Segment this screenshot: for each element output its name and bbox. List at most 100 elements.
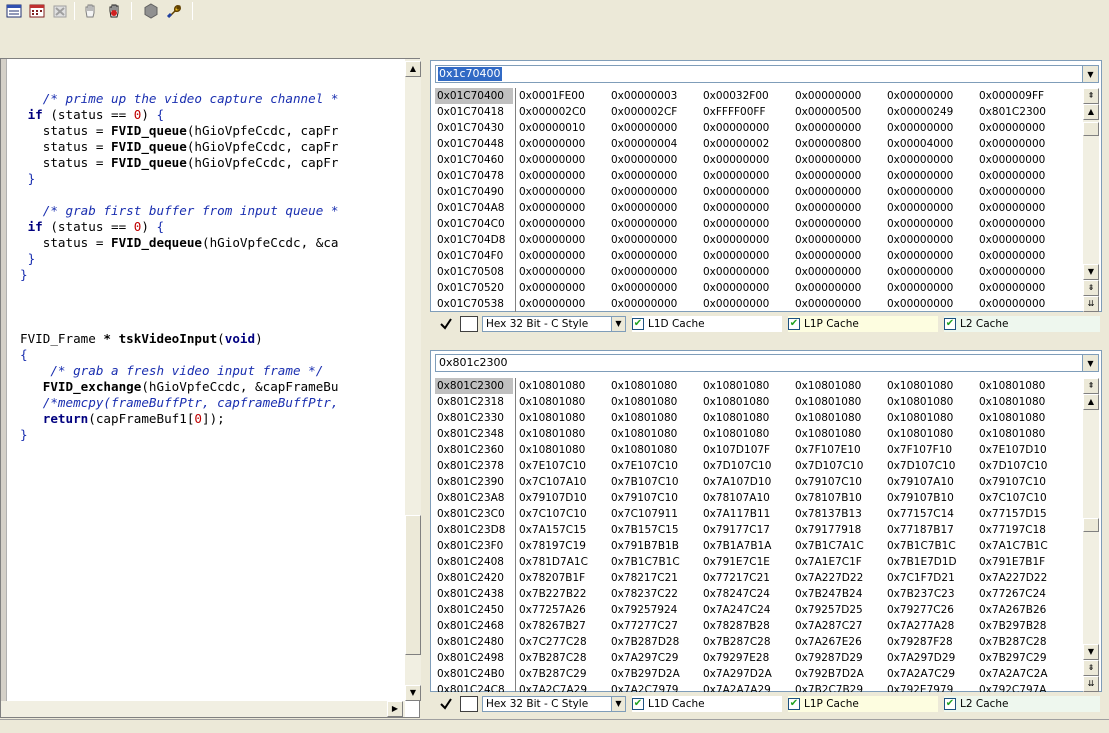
memory-address[interactable]: 0x01C704C0 bbox=[435, 216, 513, 232]
memory-value[interactable]: 0x7B107C10 bbox=[611, 474, 701, 490]
memory-address[interactable]: 0x801C2378 bbox=[435, 458, 513, 474]
check-icon[interactable] bbox=[438, 696, 454, 712]
memory-value[interactable]: 0x10801080 bbox=[519, 442, 609, 458]
memory-row[interactable]: 0x01C70460 0x00000000 0x00000000 0x00000000… bbox=[435, 152, 1075, 168]
scroll-top-icon[interactable]: ⇞ bbox=[1083, 378, 1099, 394]
memory-row[interactable]: 0x01C704F0 0x00000000 0x00000000 0x00000000… bbox=[435, 248, 1075, 264]
memory-value[interactable]: 0x10801080 bbox=[887, 378, 977, 394]
memory-value[interactable]: 0x7A107D10 bbox=[703, 474, 793, 490]
memory-row[interactable]: 0x801C2408 0x781D7A1C 0x7B1C7B1C 0x791E7C1E… bbox=[435, 554, 1075, 570]
memory-value[interactable]: 0x7B1E7D1D bbox=[887, 554, 977, 570]
memory-address[interactable]: 0x01C70430 bbox=[435, 120, 513, 136]
memory-value[interactable]: 0x10801080 bbox=[979, 426, 1069, 442]
memory-row[interactable]: 0x801C24C8 0x7A2C7A29 0x7A2C7979 0x7A2A7A29… bbox=[435, 682, 1075, 692]
memory-row[interactable]: 0x801C2480 0x7C277C28 0x7B287D28 0x7B287C28… bbox=[435, 634, 1075, 650]
scroll-thumb[interactable] bbox=[1083, 122, 1099, 136]
memory-value[interactable]: 0x7A2C7A29 bbox=[519, 682, 609, 692]
memory-value[interactable]: 0x7B227B22 bbox=[519, 586, 609, 602]
memory-row[interactable]: 0x801C2468 0x78267B27 0x77277C27 0x78287B28… bbox=[435, 618, 1075, 634]
memory-value[interactable]: 0x00000000 bbox=[519, 136, 609, 152]
memory-value[interactable]: 0x7B2C7B29 bbox=[795, 682, 885, 692]
memory-value[interactable]: 0x0001FE00 bbox=[519, 88, 609, 104]
scroll-up-icon[interactable]: ▲ bbox=[405, 61, 421, 77]
memory-value[interactable]: 0x78107B10 bbox=[795, 490, 885, 506]
memory-address[interactable]: 0x01C70520 bbox=[435, 280, 513, 296]
memory-value[interactable]: 0x7B287C28 bbox=[519, 650, 609, 666]
editor-horizontal-scrollbar[interactable]: ▶ bbox=[1, 701, 405, 717]
memory-address[interactable]: 0x801C2450 bbox=[435, 602, 513, 618]
memory-value[interactable]: 0x00000000 bbox=[611, 264, 701, 280]
memory-value[interactable]: 0x7A277A28 bbox=[887, 618, 977, 634]
memory-value[interactable]: 0x7A117B11 bbox=[703, 506, 793, 522]
memory-value[interactable]: 0x10801080 bbox=[611, 394, 701, 410]
page-up-icon[interactable]: ▲ bbox=[1083, 104, 1099, 120]
hexagon-icon[interactable] bbox=[141, 1, 161, 21]
memory-value[interactable]: 0x00000000 bbox=[795, 152, 885, 168]
memory-address[interactable]: 0x801C2318 bbox=[435, 394, 513, 410]
memory-value[interactable]: 0x00000000 bbox=[519, 168, 609, 184]
memory-value[interactable]: 0x10801080 bbox=[979, 378, 1069, 394]
memory-value[interactable]: 0x79107D10 bbox=[519, 490, 609, 506]
memory-row[interactable]: 0x801C2420 0x78207B1F 0x78217C21 0x77217C21… bbox=[435, 570, 1075, 586]
memory-row[interactable]: 0x01C70478 0x00000000 0x00000000 0x00000000… bbox=[435, 168, 1075, 184]
page-down-icon[interactable]: ⇟ bbox=[1083, 660, 1099, 676]
memory-row[interactable]: 0x01C704C0 0x00000000 0x00000000 0x00000000… bbox=[435, 216, 1075, 232]
memory-value[interactable]: 0x00000000 bbox=[611, 200, 701, 216]
memory-row[interactable]: 0x801C23D8 0x7A157C15 0x7B157C15 0x79177C17… bbox=[435, 522, 1075, 538]
memory-row[interactable]: 0x801C2360 0x10801080 0x10801080 0x107D107F… bbox=[435, 442, 1075, 458]
memory-value[interactable]: 0x00000000 bbox=[887, 296, 977, 312]
memory-value[interactable]: 0x00000000 bbox=[795, 280, 885, 296]
memory-value[interactable]: 0x10801080 bbox=[519, 394, 609, 410]
memory-value[interactable]: 0x000002C0 bbox=[519, 104, 609, 120]
memory-value[interactable]: 0x791E7C1E bbox=[703, 554, 793, 570]
memory-address[interactable]: 0x01C70538 bbox=[435, 296, 513, 312]
memory-value[interactable]: 0x00000000 bbox=[611, 168, 701, 184]
memory-value[interactable]: 0x10801080 bbox=[519, 426, 609, 442]
memory-address[interactable]: 0x01C70448 bbox=[435, 136, 513, 152]
memory-row[interactable]: 0x01C70520 0x00000000 0x00000000 0x00000000… bbox=[435, 280, 1075, 296]
memory-row[interactable]: 0x01C70508 0x00000000 0x00000000 0x00000000… bbox=[435, 264, 1075, 280]
scroll-down-icon[interactable]: ▼ bbox=[1083, 644, 1099, 660]
memory-value[interactable]: 0x00000000 bbox=[611, 216, 701, 232]
memory-value[interactable]: 0x00000000 bbox=[887, 152, 977, 168]
memory-row[interactable]: 0x801C2450 0x77257A26 0x79257924 0x7A247C24… bbox=[435, 602, 1075, 618]
memory-value[interactable]: 0x00000000 bbox=[979, 232, 1069, 248]
memory-value[interactable]: 0x7F107E10 bbox=[795, 442, 885, 458]
memory-value[interactable]: 0x10801080 bbox=[703, 378, 793, 394]
memory-address[interactable]: 0x01C704A8 bbox=[435, 200, 513, 216]
memory-value[interactable]: 0x10801080 bbox=[795, 410, 885, 426]
memory-value[interactable]: 0x7A297C29 bbox=[611, 650, 701, 666]
memory-value[interactable]: 0x77187B17 bbox=[887, 522, 977, 538]
memory-row[interactable]: 0x801C2390 0x7C107A10 0x7B107C10 0x7A107D10… bbox=[435, 474, 1075, 490]
memory-value[interactable]: 0x00000000 bbox=[887, 248, 977, 264]
memory-value[interactable]: 0x00000000 bbox=[519, 232, 609, 248]
memory-row[interactable]: 0x01C70418 0x000002C0 0x000002CF 0xFFFF00FF… bbox=[435, 104, 1075, 120]
memory-row[interactable]: 0x01C70430 0x00000010 0x00000000 0x00000000… bbox=[435, 120, 1075, 136]
memory-row[interactable]: 0x01C70538 0x00000000 0x00000000 0x00000000… bbox=[435, 296, 1075, 312]
memory-grid[interactable]: 0x01C70400 0x0001FE00 0x00000003 0x00032F00… bbox=[435, 88, 1079, 312]
memory-row[interactable]: 0x801C2300 0x10801080 0x10801080 0x10801080… bbox=[435, 378, 1075, 394]
page-down-icon[interactable]: ⇟ bbox=[1083, 280, 1099, 296]
memory-value[interactable]: 0x792B7D2A bbox=[795, 666, 885, 682]
format-select[interactable]: Hex 32 Bit - C Style ▼ bbox=[482, 696, 626, 712]
memory-address[interactable]: 0x801C2300 bbox=[435, 378, 513, 394]
memory-value[interactable]: 0x10801080 bbox=[795, 378, 885, 394]
memory-value[interactable]: 0x77277C27 bbox=[611, 618, 701, 634]
address-combobox[interactable]: 0x801c2300 ▼ bbox=[435, 354, 1099, 372]
chevron-down-icon[interactable]: ▼ bbox=[611, 697, 625, 711]
memory-value[interactable]: 0x7B287C28 bbox=[703, 634, 793, 650]
memory-address[interactable]: 0x01C70400 bbox=[435, 88, 513, 104]
memory-value[interactable]: 0x78267B27 bbox=[519, 618, 609, 634]
wrench-icon[interactable] bbox=[164, 1, 184, 21]
editor-vertical-scrollbar[interactable]: ▲ ▼ bbox=[405, 59, 421, 701]
memory-value[interactable]: 0x00000000 bbox=[887, 184, 977, 200]
memory-value[interactable]: 0x79257924 bbox=[611, 602, 701, 618]
memory-value[interactable]: 0x79177918 bbox=[795, 522, 885, 538]
memory-row[interactable]: 0x801C2318 0x10801080 0x10801080 0x10801080… bbox=[435, 394, 1075, 410]
memory-value[interactable]: 0x00000000 bbox=[979, 280, 1069, 296]
memory-value[interactable]: 0x00000800 bbox=[795, 136, 885, 152]
memory-value[interactable]: 0x10801080 bbox=[979, 394, 1069, 410]
memory-value[interactable]: 0x7C1F7D21 bbox=[887, 570, 977, 586]
memory-value[interactable]: 0x7A1E7C1F bbox=[795, 554, 885, 570]
memory-value[interactable]: 0x00000000 bbox=[611, 152, 701, 168]
